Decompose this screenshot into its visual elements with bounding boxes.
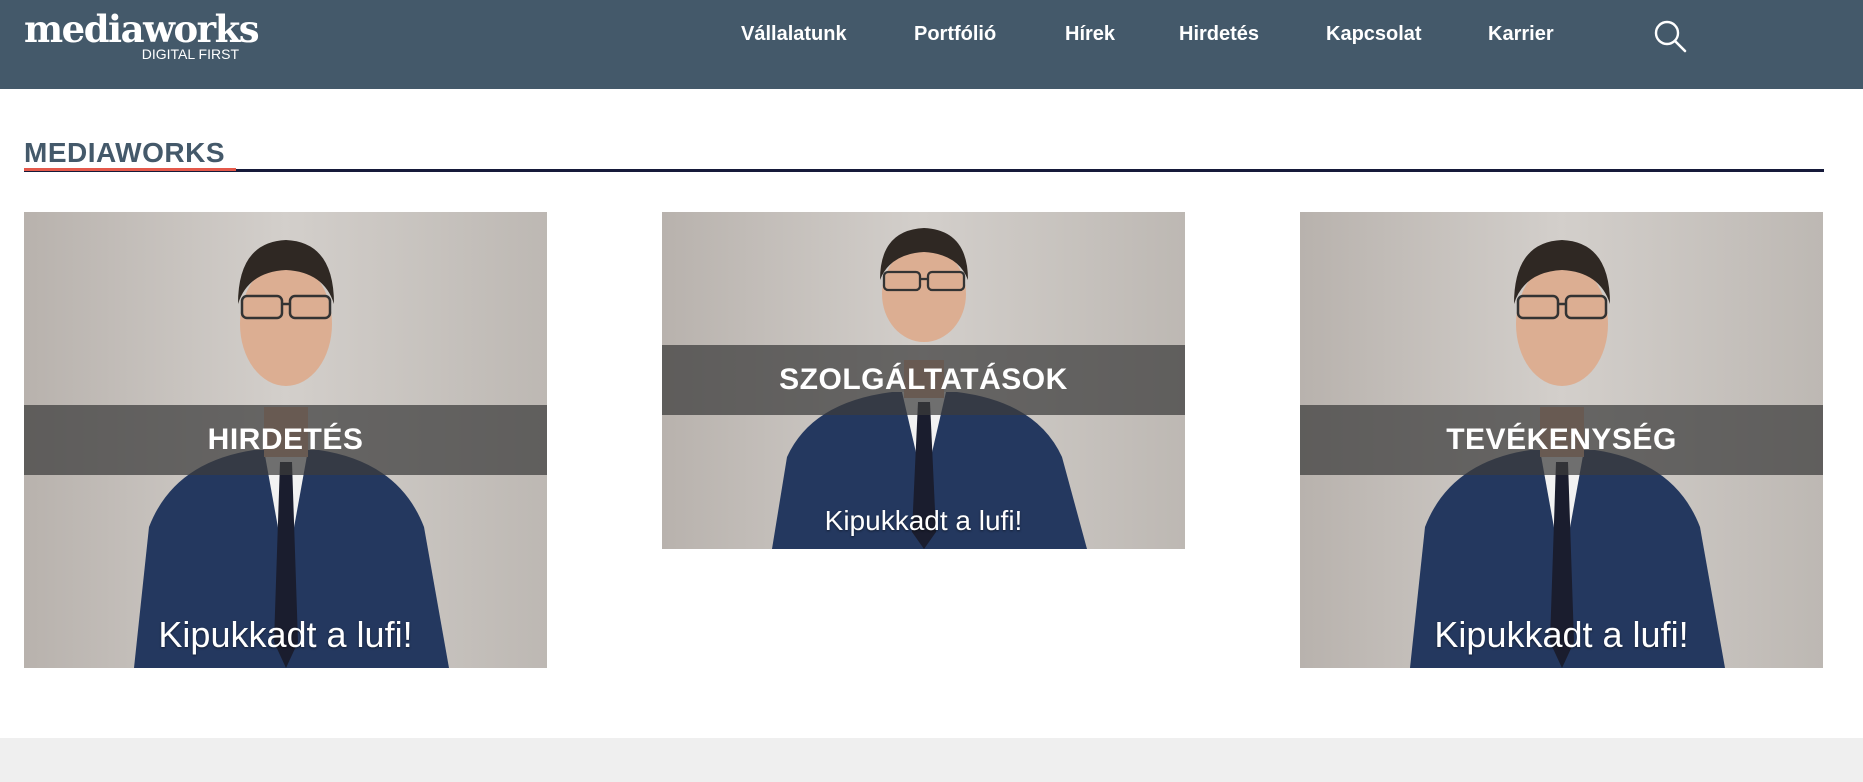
card-label-band: SZOLGÁLTATÁSOK: [662, 345, 1185, 415]
card-label: HIRDETÉS: [207, 423, 364, 456]
card-label-band: TEVÉKENYSÉG: [1300, 405, 1823, 475]
logo-tagline: DIGITAL FIRST: [141, 46, 239, 62]
section-title-rule: [24, 169, 1824, 172]
card-label: TEVÉKENYSÉG: [1446, 423, 1677, 456]
nav-item-vallalatunk[interactable]: Vállalatunk: [741, 22, 847, 46]
section-title: MEDIAWORKS: [24, 137, 225, 168]
video-caption: Kipukkadt a lufi!: [824, 505, 1023, 536]
mediaworks-logo[interactable]: mediaworks DIGITAL FIRST: [24, 8, 260, 64]
section-title-accent: [24, 168, 236, 171]
nav-item-portfolio[interactable]: Portfólió: [914, 22, 996, 46]
card-label-band: HIRDETÉS: [24, 405, 547, 475]
nav-item-hirek[interactable]: Hírek: [1065, 22, 1115, 46]
nav-item-kapcsolat[interactable]: Kapcsolat: [1326, 22, 1422, 46]
video-caption: Kipukkadt a lufi!: [158, 614, 413, 655]
card-hirdetes[interactable]: HIRDETÉS Kipukkadt a lufi!: [24, 212, 547, 668]
nav-item-karrier[interactable]: Karrier: [1488, 22, 1554, 46]
search-icon[interactable]: [1653, 19, 1687, 53]
video-caption: Kipukkadt a lufi!: [1434, 614, 1689, 655]
logo-wordmark: mediaworks: [24, 7, 260, 51]
card-szolgaltatasok[interactable]: SZOLGÁLTATÁSOK Kipukkadt a lufi!: [662, 212, 1185, 549]
footer-strip: [0, 738, 1863, 782]
card-label: SZOLGÁLTATÁSOK: [779, 363, 1068, 396]
site-header: mediaworks DIGITAL FIRST Vállalatunk Por…: [0, 0, 1863, 89]
card-tevekenyseg[interactable]: TEVÉKENYSÉG Kipukkadt a lufi!: [1300, 212, 1823, 668]
nav-item-hirdetes[interactable]: Hirdetés: [1179, 22, 1259, 46]
